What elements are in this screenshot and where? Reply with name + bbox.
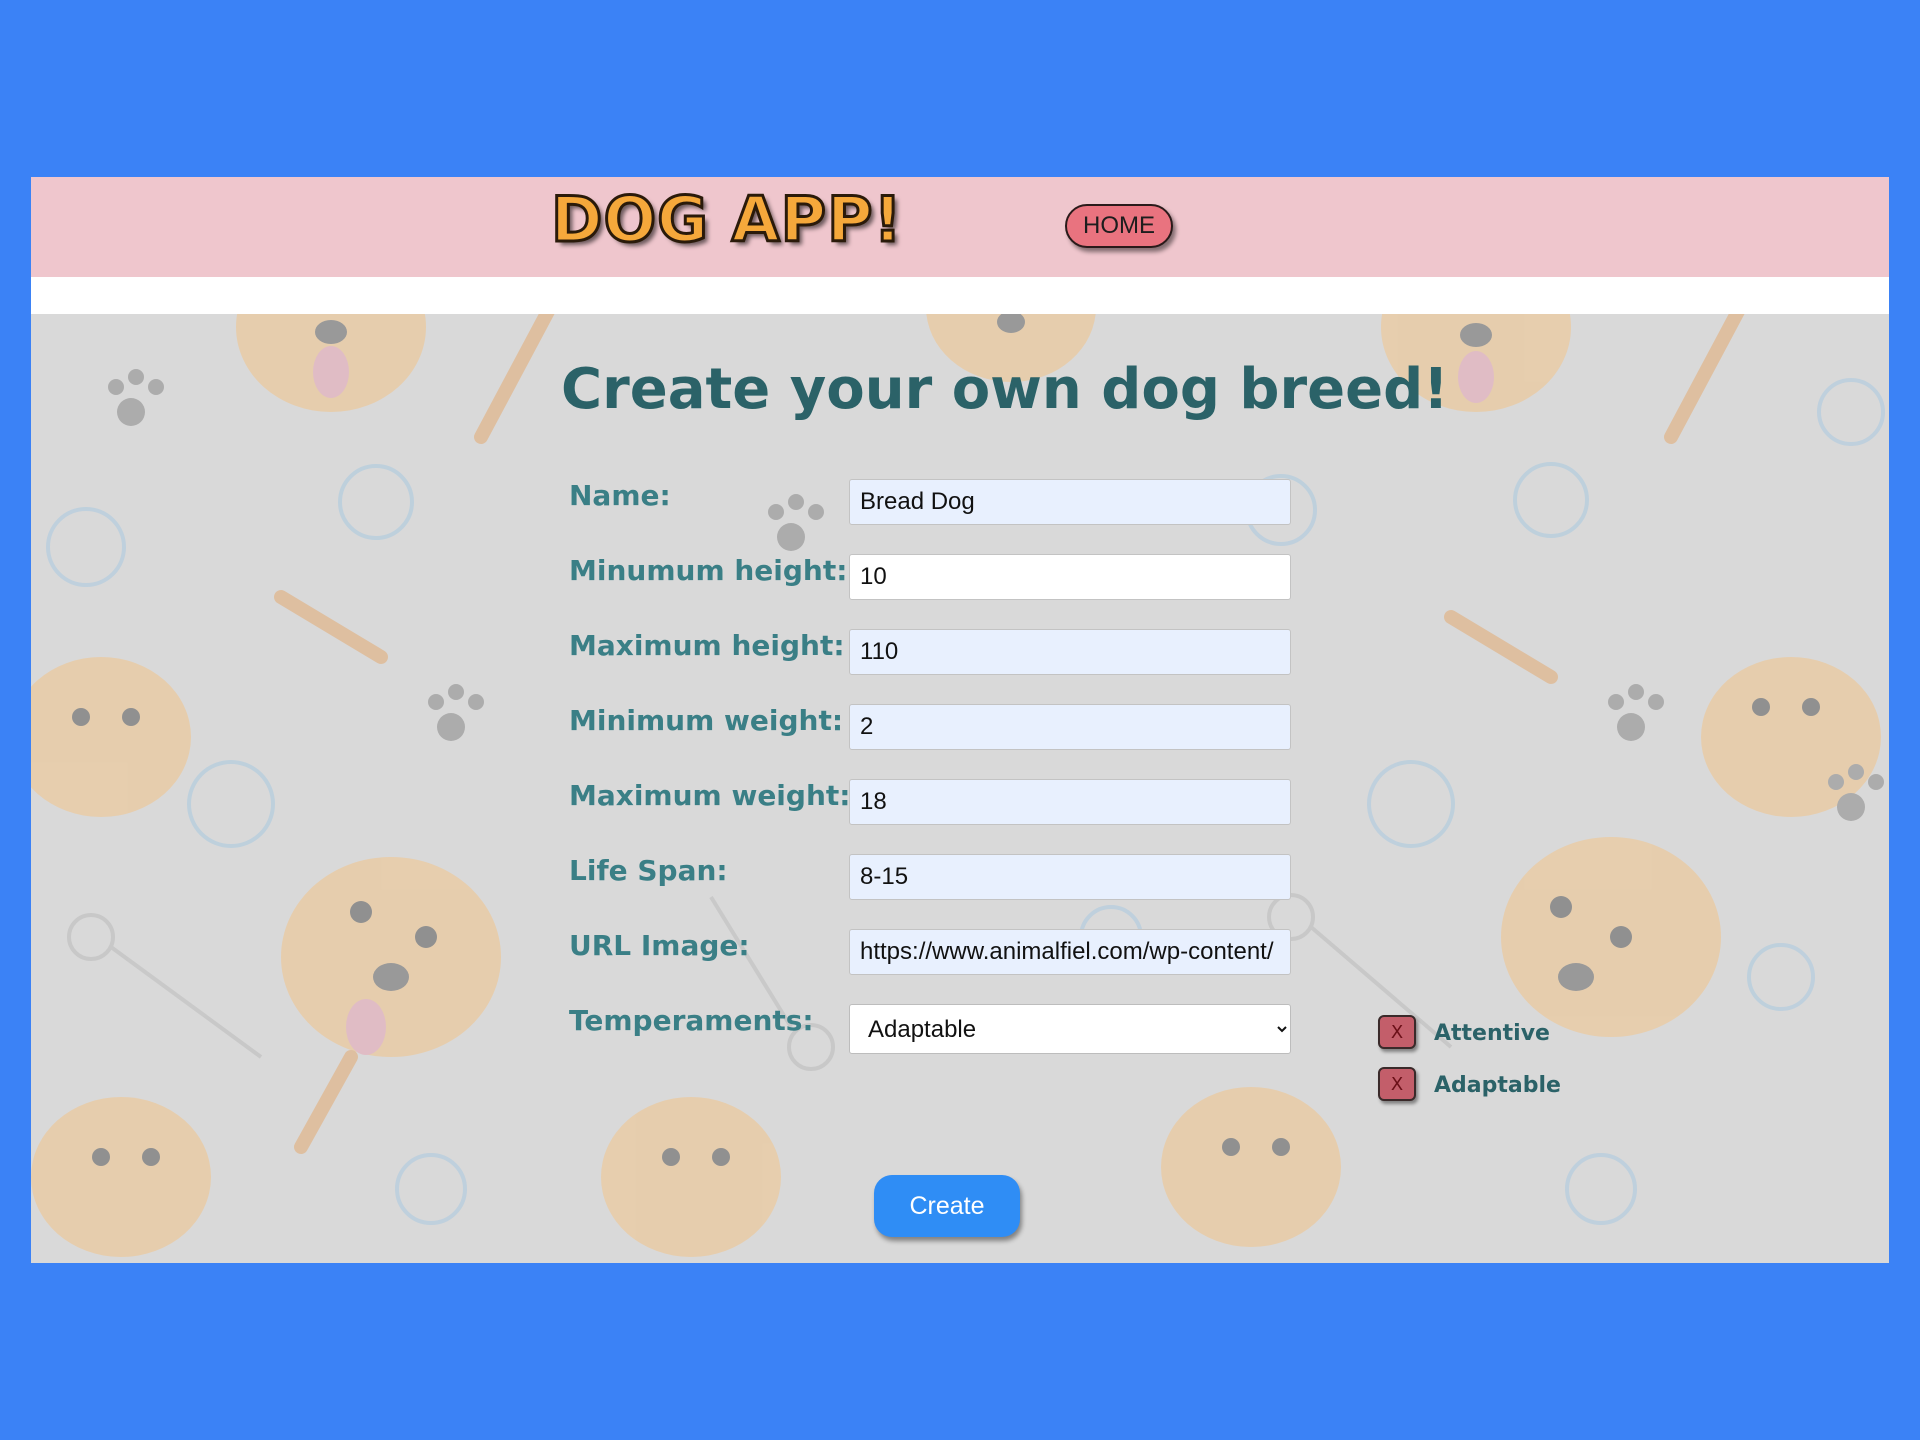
max-height-label: Maximum height: [569, 629, 845, 662]
page-title: Create your own dog breed! [561, 357, 1449, 422]
min-height-input[interactable] [849, 554, 1291, 600]
url-image-input[interactable] [849, 929, 1291, 975]
min-height-label: Minumum height: [569, 554, 848, 587]
pattern-strip [31, 277, 1889, 314]
name-label: Name: [569, 479, 671, 512]
corgi-face-icon [31, 1097, 211, 1257]
remove-temperament-button[interactable]: X [1378, 1067, 1416, 1101]
corgi-face-icon [601, 1097, 781, 1257]
life-span-input[interactable] [849, 854, 1291, 900]
url-image-label: URL Image: [569, 929, 750, 962]
temperaments-label: Temperaments: [569, 1004, 814, 1037]
top-navbar: DOG APP! HOME [31, 177, 1889, 277]
max-weight-label: Maximum weight: [569, 779, 851, 812]
temperament-label: Adaptable [1434, 1073, 1561, 1098]
app-logo: DOG APP! [550, 183, 904, 256]
corgi-face-icon [31, 657, 191, 817]
min-weight-input[interactable] [849, 704, 1291, 750]
temperament-label: Attentive [1434, 1021, 1550, 1046]
corgi-face-icon [281, 857, 501, 1057]
corgi-face-icon [1701, 657, 1881, 817]
corgi-face-icon [1501, 837, 1721, 1037]
max-height-input[interactable] [849, 629, 1291, 675]
temperaments-select[interactable]: Adaptable [849, 1004, 1291, 1054]
name-input[interactable] [849, 479, 1291, 525]
create-button[interactable]: Create [874, 1175, 1020, 1237]
min-weight-label: Minimum weight: [569, 704, 844, 737]
life-span-label: Life Span: [569, 854, 728, 887]
max-weight-input[interactable] [849, 779, 1291, 825]
app-window: DOG APP! HOME Create your own dog breed!… [31, 177, 1889, 1263]
home-button[interactable]: HOME [1065, 204, 1173, 248]
corgi-face-icon [1161, 1087, 1341, 1247]
remove-temperament-button[interactable]: X [1378, 1015, 1416, 1049]
